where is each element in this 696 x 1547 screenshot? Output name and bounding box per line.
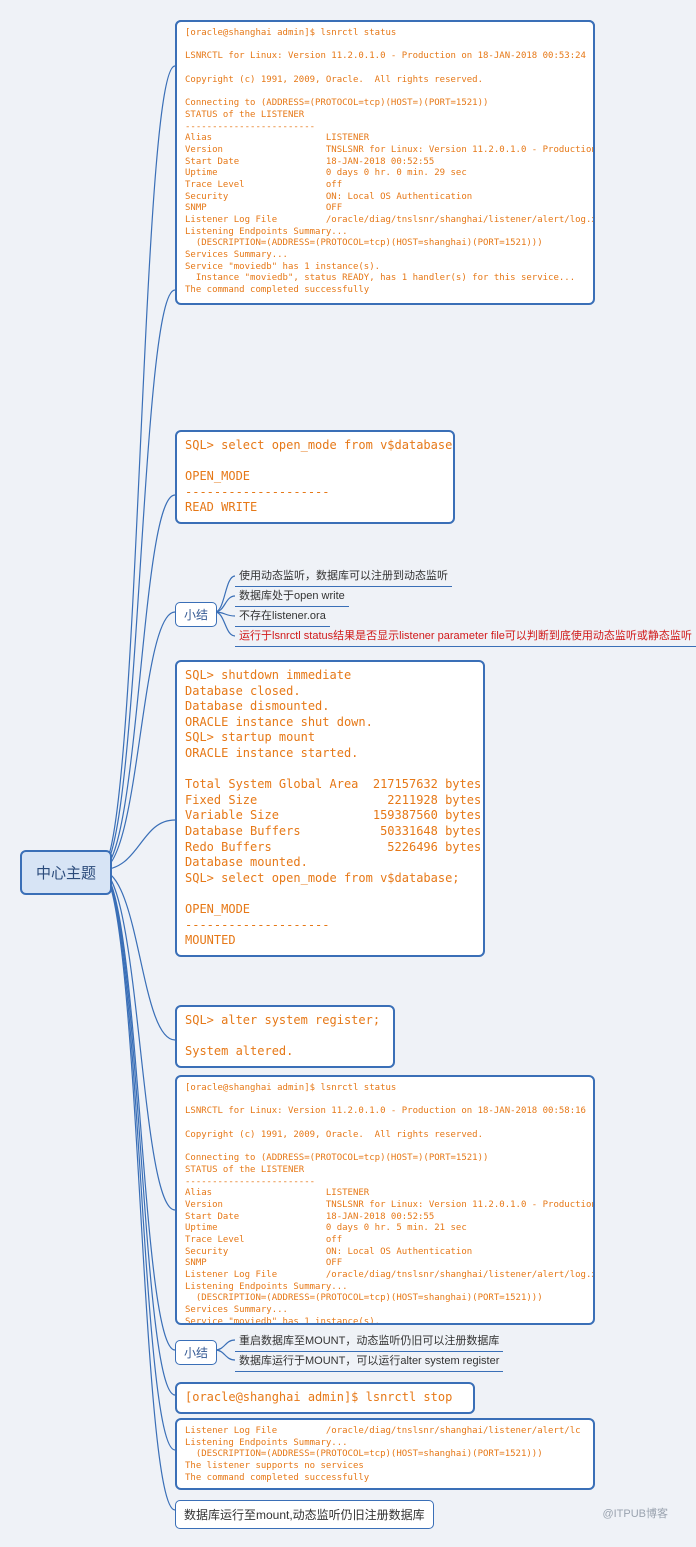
code-lsnrctl-stop[interactable]: [oracle@shanghai admin]$ lsnrctl stop (175, 1382, 475, 1414)
summary-label-2[interactable]: 小结 (175, 1340, 217, 1365)
root-node[interactable]: 中心主题 (20, 850, 112, 895)
code-shutdown-startup[interactable]: SQL> shutdown immediate Database closed.… (175, 660, 485, 957)
leaf-2b: 数据库运行于MOUNT，可以运行alter system register (235, 1350, 503, 1372)
leaf-2a: 重启数据库至MOUNT，动态监听仍旧可以注册数据库 (235, 1330, 503, 1352)
note-conclusion: 数据库运行至mount,动态监听仍旧注册数据库 (175, 1500, 434, 1529)
code-select-openmode-1[interactable]: SQL> select open_mode from v$database; O… (175, 430, 455, 524)
code-alter-register[interactable]: SQL> alter system register; System alter… (175, 1005, 395, 1068)
watermark: @ITPUB博客 (602, 1505, 668, 1521)
mindmap-canvas: 中心主题 [oracle@shanghai admin]$ ll total 2… (20, 20, 676, 1527)
root-label: 中心主题 (36, 865, 96, 882)
leaf-1a: 使用动态监听，数据库可以注册到动态监听 (235, 565, 452, 587)
leaf-1c: 不存在listener.ora (235, 605, 330, 627)
code-lsnrctl-status-2[interactable]: [oracle@shanghai admin]$ lsnrctl status … (175, 1075, 595, 1325)
code-lsnrctl-status-1[interactable]: [oracle@shanghai admin]$ lsnrctl status … (175, 20, 595, 305)
summary-label-1[interactable]: 小结 (175, 602, 217, 627)
leaf-1d: 运行于lsnrctl status结果是否显示listener paramete… (235, 625, 696, 647)
leaf-1b: 数据库处于open write (235, 585, 349, 607)
code-listener-noservices[interactable]: Listener Log File /oracle/diag/tnslsnr/s… (175, 1418, 595, 1490)
